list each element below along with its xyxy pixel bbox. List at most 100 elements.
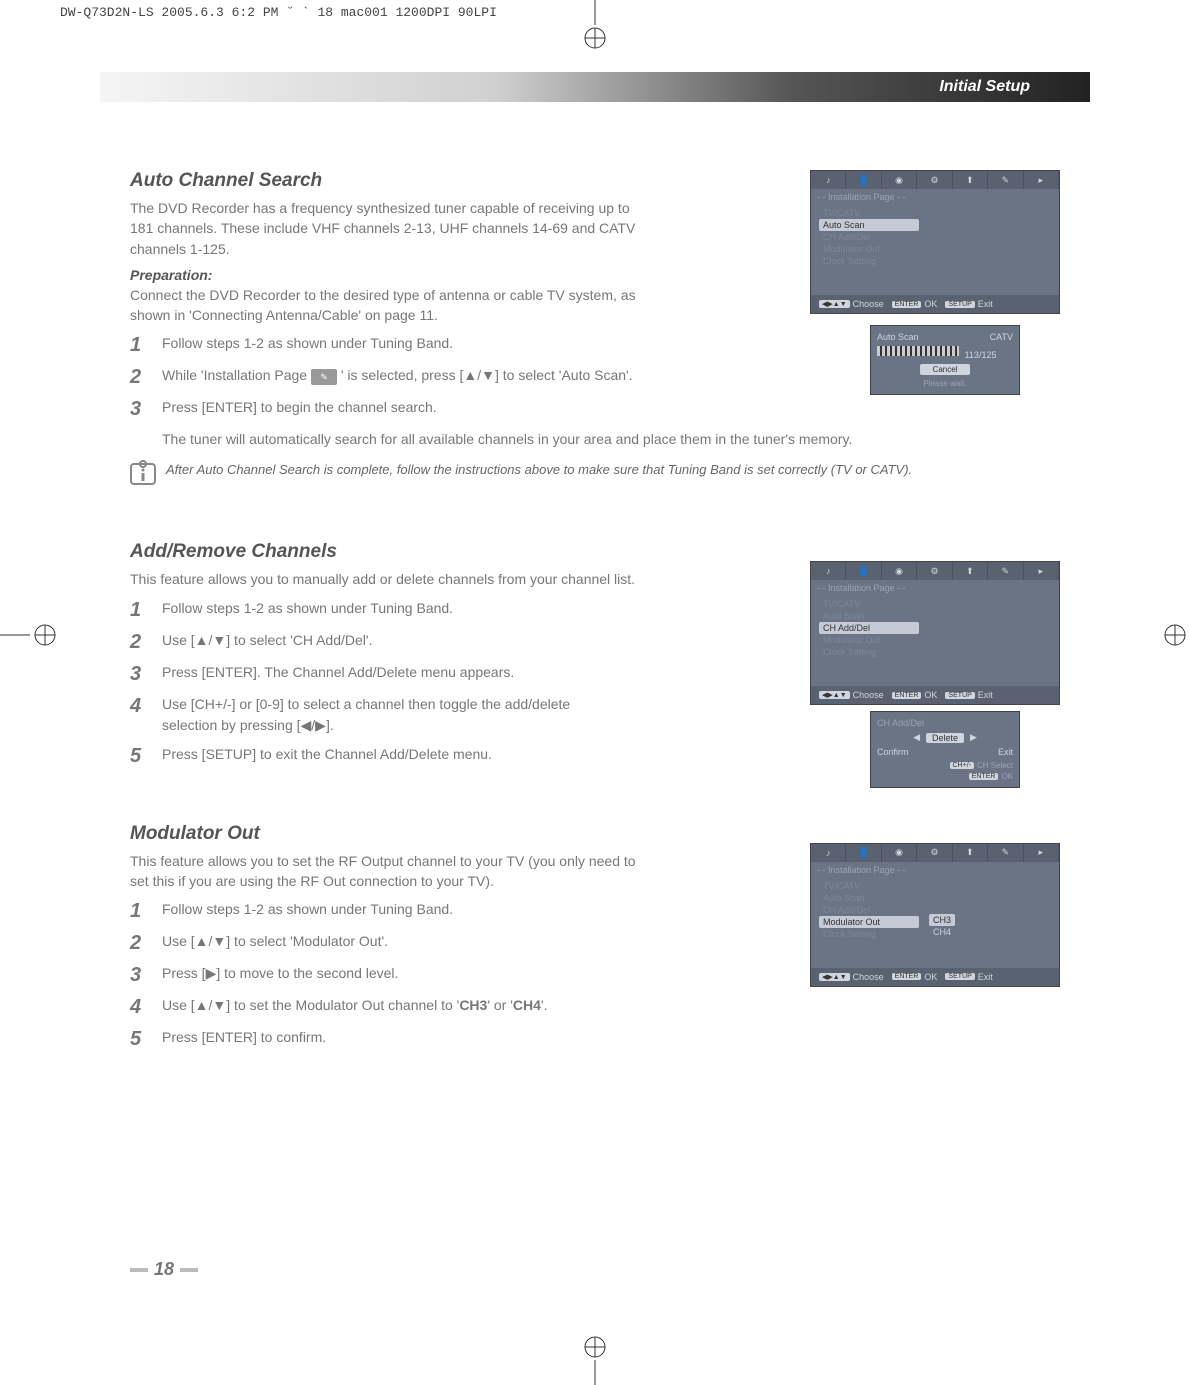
osd-tab-icon: ✎: [988, 844, 1023, 862]
osd-scan-popup: Auto Scan CATV 113/125 Cancel Please wai…: [870, 325, 1020, 395]
osd-tab-icon: ⬆: [953, 844, 988, 862]
left-arrow-icon: ◀: [913, 732, 920, 743]
sec3-s4-e: '.: [541, 997, 548, 1013]
osd-item-modout: Modulator Out: [819, 243, 919, 255]
crop-mark-bottom: [580, 1335, 610, 1365]
ch-key-icon: CH+/-: [950, 762, 974, 769]
sec3-step5-num: 5: [130, 1027, 148, 1051]
enter-key-icon: ENTER: [969, 773, 999, 780]
osd-tab-icon: ⬆: [953, 171, 988, 189]
sec2-step4-text: Use [CH+/-] or [0-9] to select a channel…: [162, 694, 602, 736]
osd-tab-icon: ▸: [1024, 171, 1059, 189]
osd-add-popup: CH Add/Del ◀ Delete ▶ Confirm Exit CH+/-…: [870, 711, 1020, 788]
sec1-note-text: After Auto Channel Search is complete, f…: [166, 460, 912, 480]
sec2-step1-num: 1: [130, 598, 148, 622]
osd-tab-icon: ▸: [1024, 844, 1059, 862]
osd-item-clock: Clock Setting: [819, 255, 919, 267]
sec3-step1-num: 1: [130, 899, 148, 923]
osd-tab-icon: ✎: [988, 171, 1023, 189]
scan-wait-text: Please wait.: [877, 379, 1013, 388]
sec1-note: After Auto Channel Search is complete, f…: [130, 460, 960, 486]
installation-page-icon: ✎: [311, 369, 337, 385]
osd-tab-icon: 👤: [846, 562, 881, 580]
osd-tab-icon: ◉: [882, 562, 917, 580]
sec2-step5-num: 5: [130, 744, 148, 768]
sec3-step2-num: 2: [130, 931, 148, 955]
sec2-step2-num: 2: [130, 630, 148, 654]
footer-choose: Choose: [853, 299, 884, 309]
osd-item-chadddel: CH Add/Del: [819, 231, 919, 243]
sec3-s4-a: Use [▲/▼] to set the Modulator Out chann…: [162, 997, 459, 1013]
sec1-step1-num: 1: [130, 333, 148, 357]
sec2-title: Add/Remove Channels: [130, 541, 1060, 563]
mod-option-ch4: CH4: [929, 926, 955, 938]
section-add-remove: Add/Remove Channels This feature allows …: [130, 541, 1060, 767]
sec3-step4-text: Use [▲/▼] to set the Modulator Out chann…: [162, 995, 1060, 1016]
osd-tab-icon: ◉: [882, 844, 917, 862]
enter-key-icon: ENTER: [892, 973, 922, 980]
section-modulator-out: Modulator Out This feature allows you to…: [130, 823, 1060, 1052]
nav-key-icon: ◀▶▲▼: [819, 691, 850, 699]
osd-tab-icon: ⚙: [917, 844, 952, 862]
osd-item-autoscan: Auto Scan: [819, 610, 919, 622]
footer-ok: OK: [924, 299, 937, 309]
sec3-title: Modulator Out: [130, 823, 1060, 845]
sec3-s4-c: ' or ': [487, 997, 513, 1013]
osd-item-chadddel: CH Add/Del: [819, 622, 919, 634]
mod-option-ch3: CH3: [929, 914, 955, 926]
osd-tab-icon: ♪: [811, 562, 846, 580]
page-num-bar: [130, 1268, 148, 1272]
osd-autoscan-menu: ♪ 👤 ◉ ⚙ ⬆ ✎ ▸ - - Installation Page - - …: [810, 170, 1060, 314]
add-title: CH Add/Del: [877, 718, 1013, 728]
scan-cancel-button: Cancel: [920, 364, 970, 375]
osd-tab-icon: ♪: [811, 171, 846, 189]
footer-ok: OK: [924, 690, 937, 700]
header-title: Initial Setup: [939, 78, 1030, 96]
section-auto-channel-search: Auto Channel Search The DVD Recorder has…: [130, 170, 1060, 486]
legend-chselect: CH Select: [977, 761, 1013, 770]
sec3-step3-num: 3: [130, 963, 148, 987]
sec1-step3-sub: The tuner will automatically search for …: [162, 429, 962, 450]
footer-ok: OK: [924, 972, 937, 982]
sec3-step4-num: 4: [130, 995, 148, 1019]
page-num-bar: [180, 1268, 198, 1272]
footer-choose: Choose: [853, 972, 884, 982]
osd-item-tvcatv: TV/CATV: [819, 598, 919, 610]
setup-key-icon: SETUP: [945, 692, 974, 699]
sec1-step2-a: While 'Installation Page: [162, 367, 311, 383]
osd-tab-icon: ⚙: [917, 562, 952, 580]
right-arrow-icon: ▶: [970, 732, 977, 743]
osd-tab-icon: 👤: [846, 171, 881, 189]
osd-item-modout: Modulator Out: [819, 634, 919, 646]
sec2-intro: This feature allows you to manually add …: [130, 569, 650, 589]
osd-item-tvcatv: TV/CATV: [819, 207, 919, 219]
osd-item-modout: Modulator Out: [819, 916, 919, 928]
sec3-s4-b: CH3: [459, 997, 487, 1013]
scan-title: Auto Scan: [877, 332, 919, 342]
sec1-step2-b: ' is selected, press [▲/▼] to select 'Au…: [337, 367, 633, 383]
osd-tab-icon: ⬆: [953, 562, 988, 580]
osd-tab-icon: ✎: [988, 562, 1023, 580]
osd-tab-icon: ⚙: [917, 171, 952, 189]
crop-mark-right: [1160, 620, 1190, 650]
info-icon: [130, 460, 156, 486]
print-meta-line: DW-Q73D2N-LS 2005.6.3 6:2 PM ˘ ` 18 mac0…: [60, 5, 497, 20]
add-confirm: Confirm: [877, 747, 909, 757]
sec1-step3-num: 3: [130, 397, 148, 421]
crop-mark-top: [580, 0, 610, 30]
osd-item-clock: Clock Setting: [819, 646, 919, 658]
page-num-value: 18: [154, 1259, 174, 1280]
scan-progress-value: 113/125: [965, 350, 997, 360]
header-band: Initial Setup: [100, 72, 1090, 102]
osd-page-label: - - Installation Page - -: [811, 862, 1059, 878]
osd-item-clock: Clock Setting: [819, 928, 919, 940]
osd-page-label: - - Installation Page - -: [811, 189, 1059, 205]
scan-source: CATV: [990, 332, 1013, 342]
footer-exit: Exit: [978, 299, 993, 309]
scan-progress-bar: [877, 346, 959, 356]
crop-mark-left: [0, 620, 30, 650]
footer-choose: Choose: [853, 690, 884, 700]
sec1-prep-text: Connect the DVD Recorder to the desired …: [130, 285, 650, 326]
setup-key-icon: SETUP: [945, 301, 974, 308]
footer-exit: Exit: [978, 690, 993, 700]
